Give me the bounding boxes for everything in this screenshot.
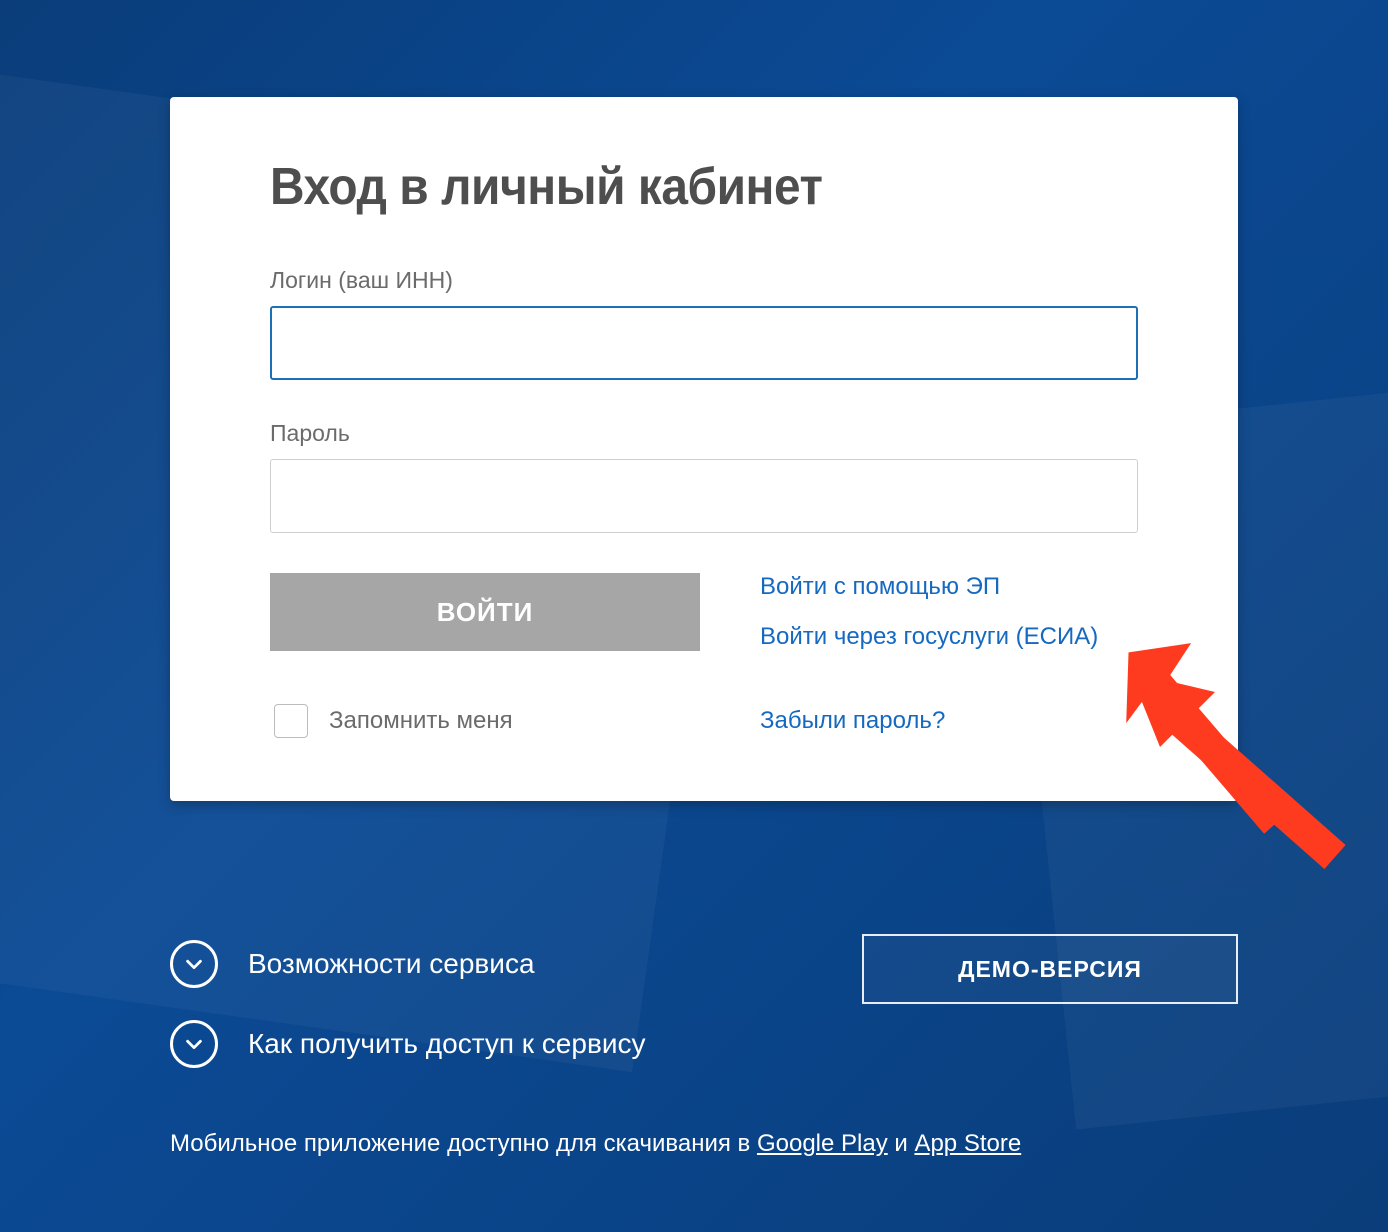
google-play-link[interactable]: Google Play bbox=[757, 1130, 888, 1157]
mobile-app-line: Мобильное приложение доступно для скачив… bbox=[170, 1130, 1021, 1158]
password-label: Пароль bbox=[270, 420, 1138, 447]
annotation-arrow-icon bbox=[1105, 637, 1365, 897]
login-button[interactable]: ВОЙТИ bbox=[270, 573, 700, 651]
page-root: Вход в личный кабинет Логин (ваш ИНН) Па… bbox=[0, 0, 1388, 1232]
mobile-prefix: Мобильное приложение доступно для скачив… bbox=[170, 1130, 757, 1157]
password-field-block: Пароль bbox=[270, 420, 1138, 533]
secondary-row: Запомнить меня Забыли пароль? bbox=[270, 701, 1138, 741]
actions-row: ВОЙТИ Войти с помощью ЭП Войти через гос… bbox=[270, 573, 1138, 651]
remember-me-checkbox[interactable] bbox=[274, 704, 308, 738]
mobile-sep: и bbox=[888, 1130, 915, 1157]
login-input[interactable] bbox=[270, 306, 1138, 380]
password-input[interactable] bbox=[270, 459, 1138, 533]
login-label: Логин (ваш ИНН) bbox=[270, 267, 1138, 294]
login-field-block: Логин (ваш ИНН) bbox=[270, 267, 1138, 380]
how-to-access-toggle[interactable]: Как получить доступ к сервису bbox=[170, 1020, 1238, 1068]
how-to-access-label: Как получить доступ к сервису bbox=[248, 1028, 645, 1060]
remember-me-block: Запомнить меня bbox=[270, 701, 760, 741]
login-ep-link[interactable]: Войти с помощью ЭП bbox=[760, 573, 1098, 601]
capabilities-label: Возможности сервиса bbox=[248, 948, 535, 980]
forgot-password-link[interactable]: Забыли пароль? bbox=[760, 707, 945, 735]
page-title: Вход в личный кабинет bbox=[270, 157, 1069, 217]
login-card: Вход в личный кабинет Логин (ваш ИНН) Па… bbox=[170, 97, 1238, 801]
demo-version-button[interactable]: ДЕМО-ВЕРСИЯ bbox=[862, 934, 1238, 1004]
chevron-down-icon bbox=[170, 1020, 218, 1068]
alt-login-links: Войти с помощью ЭП Войти через госуслуги… bbox=[760, 573, 1098, 651]
remember-me-label[interactable]: Запомнить меня bbox=[329, 707, 513, 735]
below-card-section: ДЕМО-ВЕРСИЯ Возможности сервиса Как полу… bbox=[170, 940, 1238, 1100]
chevron-down-icon bbox=[170, 940, 218, 988]
login-esia-link[interactable]: Войти через госуслуги (ЕСИА) bbox=[760, 623, 1098, 651]
app-store-link[interactable]: App Store bbox=[914, 1130, 1021, 1157]
